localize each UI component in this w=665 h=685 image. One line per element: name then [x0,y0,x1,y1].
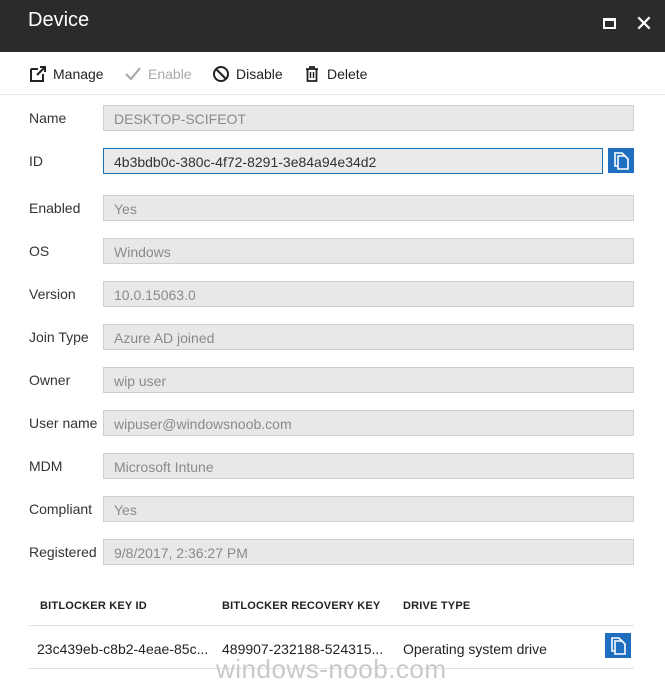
manage-button[interactable]: Manage [29,64,104,84]
block-icon [213,66,229,82]
os-row: OS Windows [0,238,665,264]
delete-button[interactable]: Delete [303,64,367,84]
enable-button[interactable]: Enable [124,64,192,84]
copy-id-button[interactable] [608,148,634,173]
watermark: windows-noob.com [216,654,447,684]
column-header-key-id[interactable]: BITLOCKER KEY ID [40,600,147,612]
mdm-label: MDM [29,458,63,474]
join-type-label: Join Type [29,329,89,345]
command-toolbar: Manage Enable Disable Delete [0,52,665,95]
version-row: Version 10.0.15063.0 [0,281,665,307]
title-bar: Device ✕ [0,0,665,52]
version-label: Version [29,286,76,302]
name-label: Name [29,110,67,126]
copy-icon [611,637,626,655]
enabled-field: Yes [103,195,634,221]
id-row: ID 4b3bdb0c-380c-4f72-8291-3e84a94e34d2 [0,148,665,174]
delete-label: Delete [327,66,368,82]
mdm-row: MDM Microsoft Intune [0,453,665,479]
enabled-row: Enabled Yes [0,195,665,221]
window-title: Device [28,9,90,31]
compliant-field: Yes [103,496,634,522]
user-name-row: User name wipuser@windowsnoob.com [0,410,665,436]
maximize-icon[interactable] [597,11,623,37]
disable-label: Disable [236,66,283,82]
key-id-cell: 23c439eb-c8b2-4eae-85c... [37,641,209,657]
registered-row: Registered 9/8/2017, 2:36:27 PM [0,539,665,565]
enabled-label: Enabled [29,200,81,216]
compliant-row: Compliant Yes [0,496,665,522]
owner-row: Owner wip user [0,367,665,393]
registered-label: Registered [29,544,97,560]
join-type-row: Join Type Azure AD joined [0,324,665,350]
enable-label: Enable [148,66,192,82]
external-link-icon [30,66,46,82]
copy-icon [614,152,629,170]
owner-field: wip user [103,367,634,393]
manage-label: Manage [53,66,104,82]
column-header-drive-type[interactable]: DRIVE TYPE [403,600,470,612]
os-label: OS [29,243,50,259]
join-type-field: Azure AD joined [103,324,634,350]
id-field[interactable]: 4b3bdb0c-380c-4f72-8291-3e84a94e34d2 [103,148,603,174]
os-field: Windows [103,238,634,264]
owner-label: Owner [29,372,71,388]
name-field: DESKTOP-SCIFEOT [103,105,634,131]
compliant-label: Compliant [29,501,93,517]
name-row: Name DESKTOP-SCIFEOT [0,105,665,131]
column-header-recovery-key[interactable]: BITLOCKER RECOVERY KEY [222,600,380,612]
table-header-divider [29,625,634,626]
copy-recovery-key-button[interactable] [605,633,631,658]
mdm-field: Microsoft Intune [103,453,634,479]
close-icon[interactable]: ✕ [631,11,657,37]
user-name-field: wipuser@windowsnoob.com [103,410,634,436]
user-name-label: User name [29,415,98,431]
trash-icon [306,66,318,82]
disable-button[interactable]: Disable [212,64,283,84]
checkmark-icon [125,67,141,81]
version-field: 10.0.15063.0 [103,281,634,307]
registered-field: 9/8/2017, 2:36:27 PM [103,539,634,565]
id-label: ID [29,153,43,169]
